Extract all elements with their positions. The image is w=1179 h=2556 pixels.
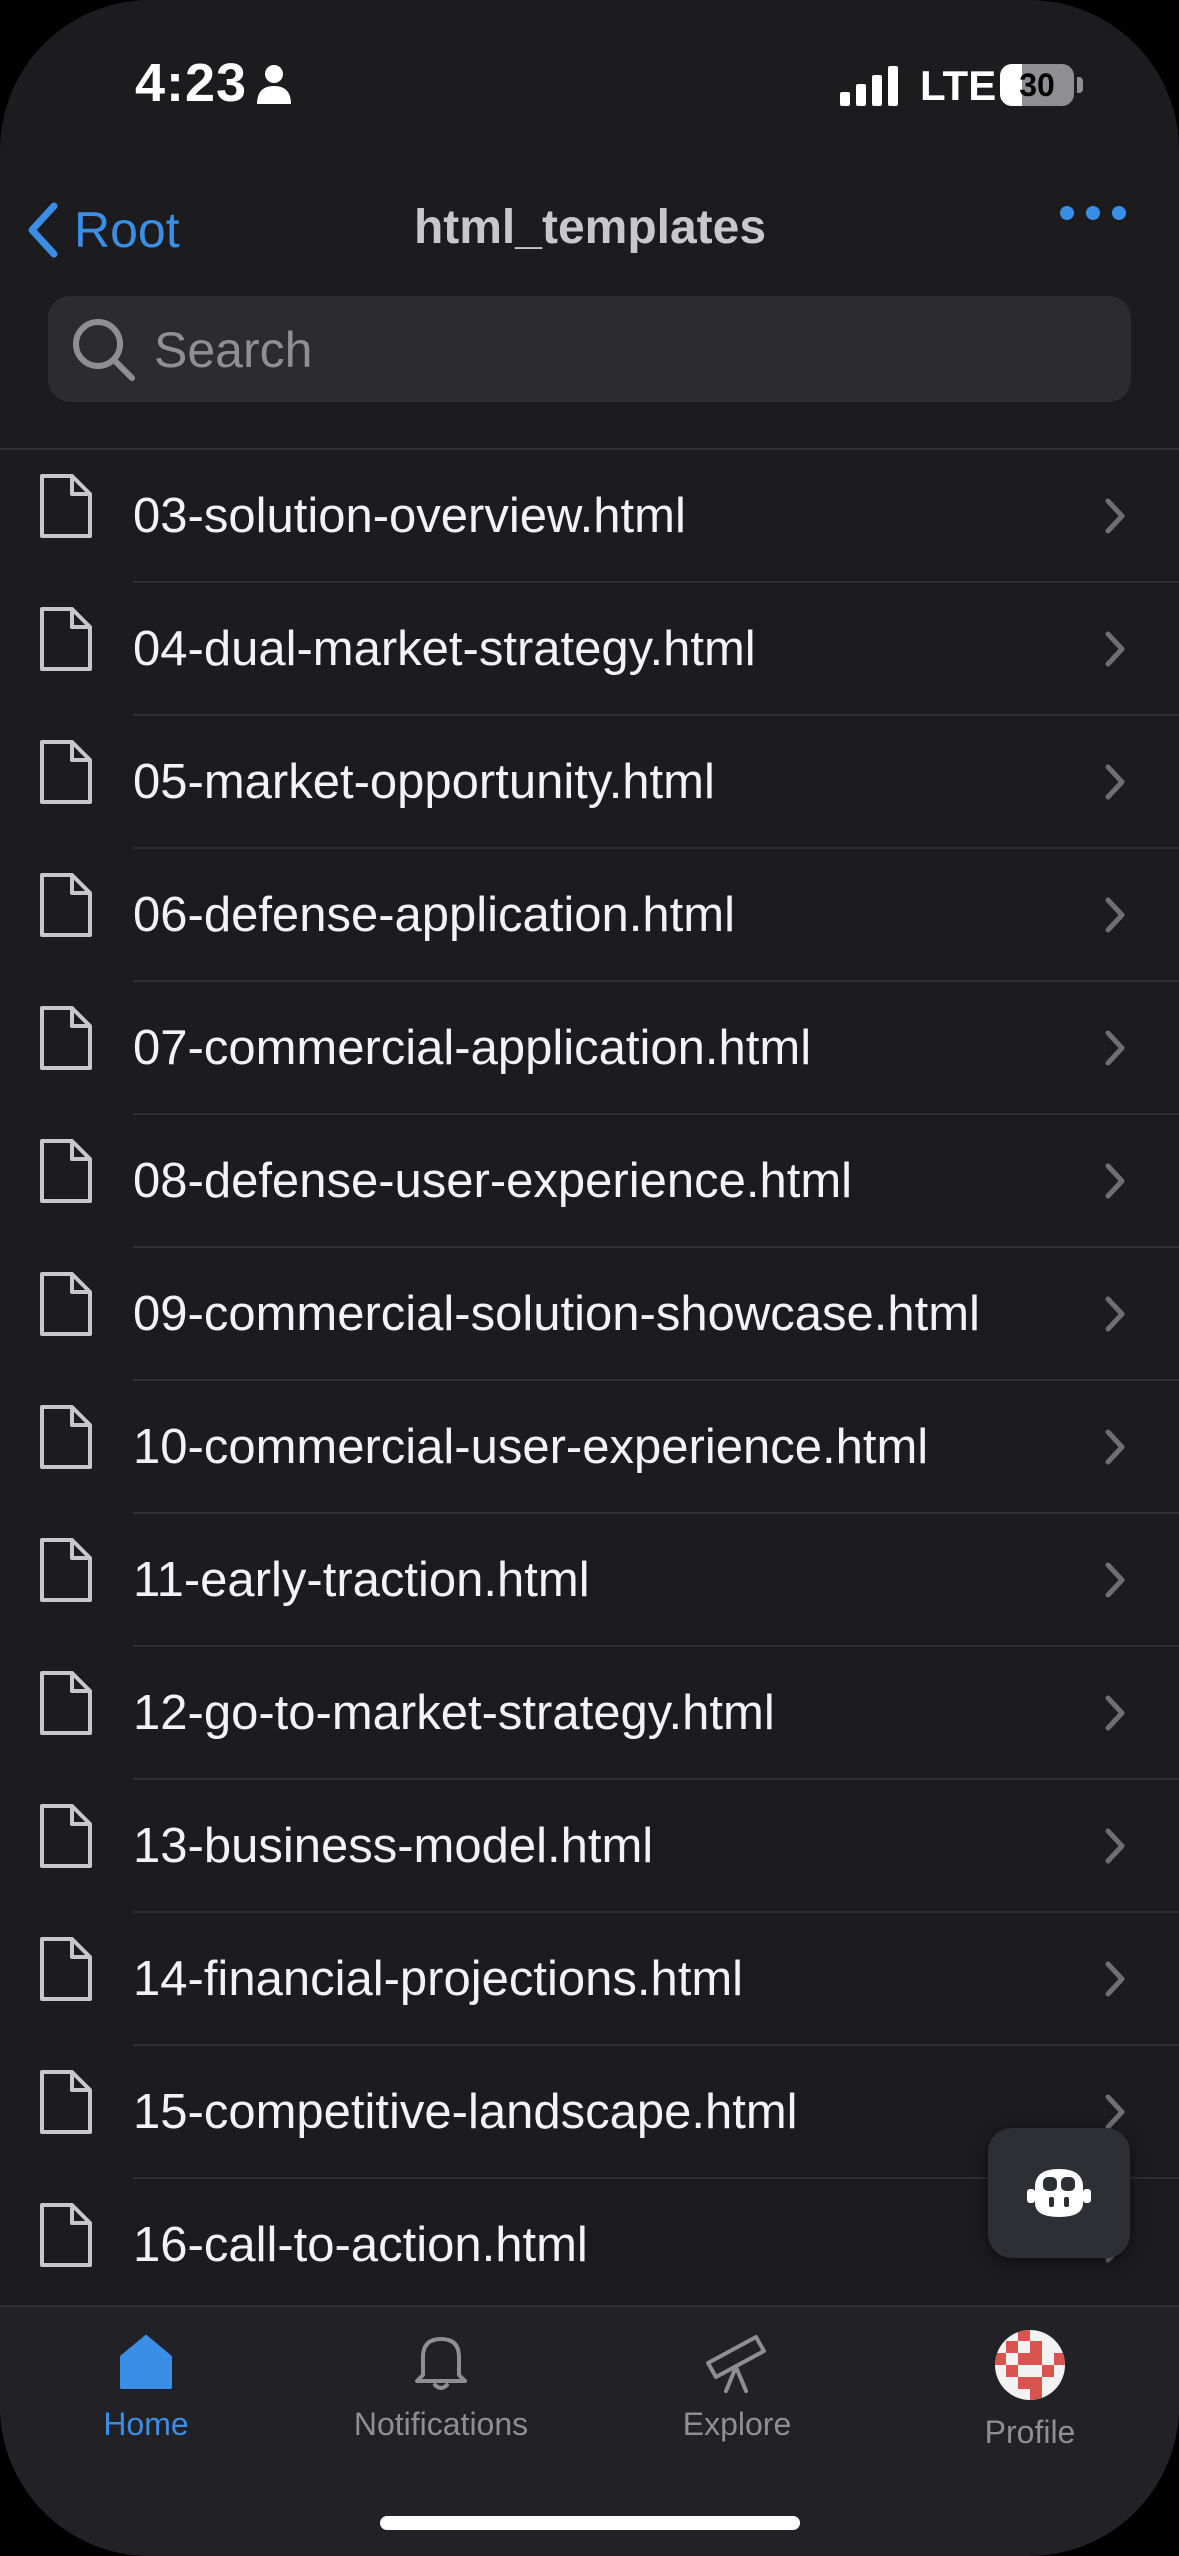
- document-icon: [38, 871, 94, 944]
- file-name: 13-business-model.html: [133, 1819, 654, 1873]
- file-name: 06-defense-application.html: [133, 888, 735, 942]
- avatar: [995, 2330, 1065, 2400]
- status-time: 4:23: [135, 53, 248, 113]
- file-row[interactable]: 05-market-opportunity.html: [0, 716, 1179, 849]
- file-row[interactable]: 09-commercial-solution-showcase.html: [0, 1248, 1179, 1381]
- file-row[interactable]: 08-defense-user-experience.html: [0, 1115, 1179, 1248]
- file-name: 11-early-traction.html: [133, 1553, 590, 1607]
- chevron-right-icon: [1104, 1295, 1126, 1338]
- file-row[interactable]: 10-commercial-user-experience.html: [0, 1381, 1179, 1514]
- document-icon: [38, 1669, 94, 1742]
- file-row[interactable]: 04-dual-market-strategy.html: [0, 583, 1179, 716]
- tab-label: Notifications: [353, 2406, 529, 2442]
- chevron-right-icon: [1104, 763, 1126, 806]
- battery-percent: 30: [1019, 67, 1055, 103]
- more-icon-dot: [1112, 206, 1126, 220]
- document-icon: [38, 1137, 94, 1210]
- copilot-button[interactable]: [988, 2128, 1130, 2258]
- chevron-right-icon: [1104, 1162, 1126, 1205]
- search-icon: [73, 319, 135, 381]
- file-name: 12-go-to-market-strategy.html: [133, 1686, 775, 1740]
- file-row[interactable]: 06-defense-application.html: [0, 849, 1179, 982]
- file-list: 03-solution-overview.html 04-dual-market…: [0, 450, 1179, 2312]
- file-row[interactable]: 07-commercial-application.html: [0, 982, 1179, 1115]
- file-name: 04-dual-market-strategy.html: [133, 622, 756, 676]
- tab-home[interactable]: Home: [16, 2329, 276, 2443]
- search-bar[interactable]: [48, 296, 1131, 402]
- bell-icon: [415, 2337, 467, 2390]
- chevron-right-icon: [1104, 1428, 1126, 1471]
- file-name: 10-commercial-user-experience.html: [133, 1420, 929, 1474]
- home-indicator: [380, 2516, 800, 2530]
- phone-screen: 4:23 LTE 30 Root html_templates Search 0…: [0, 0, 1179, 2556]
- tab-label: Explore: [682, 2406, 792, 2442]
- document-icon: [38, 1802, 94, 1875]
- home-icon: [120, 2335, 172, 2389]
- file-name: 08-defense-user-experience.html: [133, 1154, 853, 1208]
- document-icon: [38, 1536, 94, 1609]
- chevron-right-icon: [1104, 630, 1126, 673]
- tab-label: Profile: [984, 2414, 1076, 2450]
- document-icon: [38, 1935, 94, 2008]
- file-row[interactable]: 13-business-model.html: [0, 1780, 1179, 1913]
- file-name: 03-solution-overview.html: [133, 489, 686, 543]
- file-row[interactable]: 03-solution-overview.html: [0, 450, 1179, 583]
- telescope-icon: [706, 2335, 766, 2393]
- file-name: 14-financial-projections.html: [133, 1952, 744, 2006]
- status-bar: 4:23 LTE 30: [0, 0, 1179, 175]
- back-label: Root: [74, 202, 180, 258]
- battery-tip: [1077, 77, 1083, 93]
- document-icon: [38, 605, 94, 678]
- search-input[interactable]: [152, 316, 1096, 384]
- chevron-right-icon: [1104, 896, 1126, 939]
- file-name: 16-call-to-action.html: [133, 2218, 588, 2272]
- file-name: 09-commercial-solution-showcase.html: [133, 1287, 980, 1341]
- back-button[interactable]: Root: [24, 190, 180, 270]
- file-name: 15-competitive-landscape.html: [133, 2085, 798, 2139]
- person-icon: [256, 64, 292, 109]
- chevron-right-icon: [1104, 1694, 1126, 1737]
- more-options-button[interactable]: [1060, 206, 1126, 220]
- document-icon: [38, 1270, 94, 1343]
- tab-label: Home: [103, 2406, 189, 2442]
- battery-icon: 30: [1000, 64, 1074, 106]
- chevron-right-icon: [1104, 497, 1126, 540]
- more-icon-dot: [1086, 206, 1100, 220]
- file-name: 07-commercial-application.html: [133, 1021, 812, 1075]
- cellular-signal-icon: [840, 66, 900, 111]
- file-row[interactable]: 11-early-traction.html: [0, 1514, 1179, 1647]
- file-name: 05-market-opportunity.html: [133, 755, 715, 809]
- tab-explore[interactable]: Explore: [607, 2329, 867, 2443]
- more-icon: [1060, 206, 1074, 220]
- document-icon: [38, 472, 94, 545]
- document-icon: [38, 2068, 94, 2141]
- file-row[interactable]: 12-go-to-market-strategy.html: [0, 1647, 1179, 1780]
- file-row[interactable]: 14-financial-projections.html: [0, 1913, 1179, 2046]
- network-type: LTE: [920, 62, 997, 109]
- document-icon: [38, 738, 94, 811]
- chevron-right-icon: [1104, 1960, 1126, 2003]
- chevron-right-icon: [1104, 1029, 1126, 1072]
- chevron-right-icon: [1104, 1561, 1126, 1604]
- chevron-right-icon: [1104, 1827, 1126, 1870]
- tab-notifications[interactable]: Notifications: [311, 2329, 571, 2443]
- document-icon: [38, 1004, 94, 1077]
- tab-profile[interactable]: Profile: [900, 2329, 1160, 2451]
- document-icon: [38, 1403, 94, 1476]
- copilot-icon: [1027, 2169, 1091, 2217]
- document-icon: [38, 2201, 94, 2274]
- chevron-left-icon: [28, 202, 58, 258]
- page-title: html_templates: [413, 201, 767, 254]
